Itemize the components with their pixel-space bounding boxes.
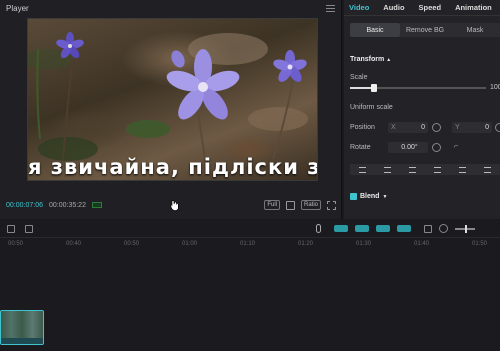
subtab-remove-bg[interactable]: Remove BG xyxy=(400,23,450,37)
cursor-icon xyxy=(170,200,179,211)
chevron-down-icon: ▼ xyxy=(382,193,388,200)
blend-section[interactable]: Blend ▼ xyxy=(350,193,387,200)
clip-audio-strip xyxy=(1,338,43,344)
rotate-field[interactable]: 0.00° xyxy=(388,142,428,153)
blend-label: Blend xyxy=(360,193,380,200)
fit-icon[interactable] xyxy=(285,200,295,210)
select-tool-icon[interactable] xyxy=(7,224,15,233)
position-x-stepper-icon[interactable] xyxy=(432,123,441,132)
uniform-scale-label: Uniform scale xyxy=(350,104,393,111)
position-x-axis-label: X xyxy=(391,124,396,131)
scale-slider-knob[interactable] xyxy=(371,84,378,92)
inspector-tabs: Video Audio Speed Animation A xyxy=(344,0,500,16)
magnet-icon[interactable] xyxy=(355,225,369,232)
total-time: 00:00:35:22 xyxy=(48,201,86,209)
caption-icon[interactable] xyxy=(424,224,432,233)
align-right-icon[interactable] xyxy=(409,166,416,173)
subtab-mask[interactable]: Mask xyxy=(450,23,500,37)
player-title: Player xyxy=(6,3,29,13)
align-left-icon[interactable] xyxy=(359,166,366,173)
ruler-tick: 01:10 xyxy=(240,241,256,247)
position-y-axis-label: Y xyxy=(455,124,460,131)
video-preview[interactable]: я звичайна, підліски зв xyxy=(27,18,318,181)
scale-value[interactable]: 100 xyxy=(490,84,500,91)
ratio-button[interactable]: Ratio xyxy=(300,200,321,210)
align-middle-icon[interactable] xyxy=(459,166,466,173)
chevron-up-icon: ▲ xyxy=(386,57,392,63)
timeline-ruler: 00:50 00:40 00:50 01:00 01:10 01:20 01:3… xyxy=(0,239,500,251)
position-y-field[interactable]: Y 0 xyxy=(452,122,492,133)
video-subtabs: Basic Remove BG Mask xyxy=(350,23,500,37)
ruler-tick: 01:30 xyxy=(356,241,372,247)
ruler-tick: 01:00 xyxy=(182,241,198,247)
video-subtitle: я звичайна, підліски зв xyxy=(28,155,318,179)
split-tool-icon[interactable] xyxy=(25,224,33,233)
tab-audio[interactable]: Audio xyxy=(383,3,404,12)
align-bottom-icon[interactable] xyxy=(484,166,491,173)
player-panel: Player я звичайна, підліски зв 00:00:07:… xyxy=(0,0,342,219)
video-clip[interactable] xyxy=(0,310,44,345)
ruler-tick: 01:40 xyxy=(414,241,430,247)
snap-icon[interactable] xyxy=(376,225,390,232)
align-top-icon[interactable] xyxy=(434,166,441,173)
blend-checkbox[interactable] xyxy=(350,193,357,200)
ruler-tick: 01:20 xyxy=(298,241,314,247)
timeline-panel: 00:50 00:40 00:50 01:00 01:10 01:20 01:3… xyxy=(0,220,500,351)
alignment-bar xyxy=(350,164,500,175)
align-center-icon[interactable] xyxy=(384,166,391,173)
full-button[interactable]: Full xyxy=(264,200,280,210)
preview-axis-icon[interactable] xyxy=(397,225,411,232)
transform-section-title[interactable]: Transform ▲ xyxy=(350,56,391,63)
tab-video[interactable]: Video xyxy=(349,3,369,12)
rotate-reset-icon[interactable]: ⌐ xyxy=(454,143,458,150)
position-y-value: 0 xyxy=(485,124,489,131)
ruler-tick: 01:50 xyxy=(472,241,488,247)
ruler-tick: 00:40 xyxy=(66,241,82,247)
rotate-label: Rotate xyxy=(350,144,371,151)
zoom-slider[interactable] xyxy=(455,224,475,233)
waveform-icon[interactable] xyxy=(91,202,102,208)
position-x-field[interactable]: X 0 xyxy=(388,122,428,133)
mic-icon[interactable] xyxy=(316,224,321,233)
position-label: Position xyxy=(350,124,375,131)
tab-speed[interactable]: Speed xyxy=(419,3,442,12)
link-clips-icon[interactable] xyxy=(334,225,348,232)
inspector-panel: Video Audio Speed Animation A Basic Remo… xyxy=(344,0,500,219)
editor-window: Player я звичайна, підліски зв 00:00:07:… xyxy=(0,0,500,351)
player-header: Player xyxy=(0,0,341,16)
ruler-tick: 00:50 xyxy=(124,241,140,247)
subtab-basic[interactable]: Basic xyxy=(350,23,400,37)
position-y-stepper-icon[interactable] xyxy=(495,123,500,132)
current-time: 00:00:07:06 xyxy=(6,201,43,209)
zoom-out-icon[interactable] xyxy=(439,224,448,233)
timeline-right-tools xyxy=(316,224,475,233)
scale-label: Scale xyxy=(350,74,368,81)
scale-slider[interactable] xyxy=(350,84,486,92)
fullscreen-icon[interactable] xyxy=(327,200,336,210)
rotate-stepper-icon[interactable] xyxy=(432,143,441,152)
tab-animation[interactable]: Animation xyxy=(455,3,492,12)
transform-title: Transform xyxy=(350,56,385,63)
position-x-value: 0 xyxy=(421,124,425,131)
ruler-tick: 00:50 xyxy=(8,241,24,247)
menu-icon[interactable] xyxy=(326,4,335,12)
player-right-controls: Full Ratio xyxy=(264,200,336,210)
